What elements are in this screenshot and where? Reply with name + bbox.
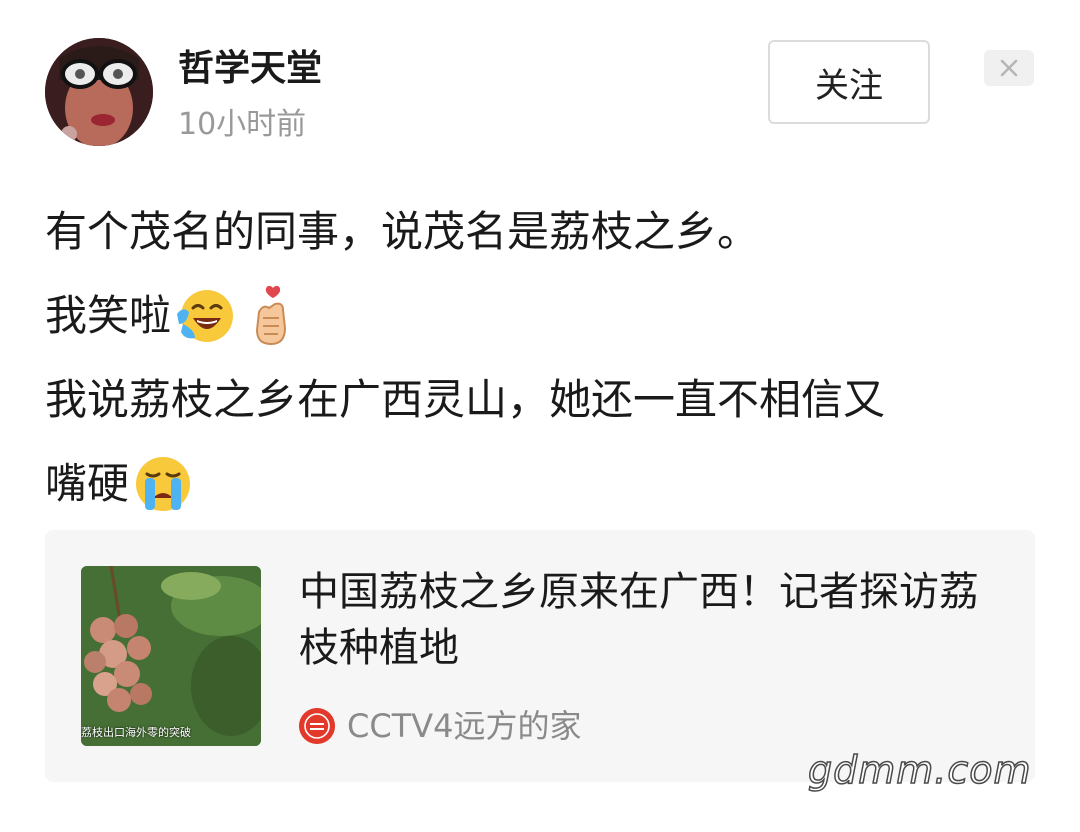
thumbnail-caption: 荔枝出口海外零的突破 xyxy=(81,726,191,739)
avatar-image xyxy=(45,38,153,146)
author-avatar[interactable] xyxy=(45,38,153,146)
article-source[interactable]: CCTV4远方的家 xyxy=(347,706,582,746)
site-watermark: gdmm.com xyxy=(807,747,1032,793)
post-text: 我说荔枝之乡在广西灵山，她还一直不相信又 xyxy=(45,375,886,424)
close-icon xyxy=(1000,59,1018,77)
close-button[interactable] xyxy=(984,50,1034,86)
post-body: 有个茂名的同事，说茂名是荔枝之乡。 我笑啦 我说荔枝之乡在广西灵山，她还一直不相… xyxy=(45,190,1035,526)
post-timestamp: 10小时前 xyxy=(178,107,307,142)
source-logo-icon xyxy=(299,708,335,744)
article-thumbnail: 荔枝出口海外零的突破 xyxy=(81,566,261,746)
post-line-4: 嘴硬 xyxy=(45,442,1035,526)
post-line-2: 我笑啦 xyxy=(45,274,1035,358)
author-name[interactable]: 哲学天堂 xyxy=(178,47,322,91)
post-line-3: 我说荔枝之乡在广西灵山，她还一直不相信又 xyxy=(45,358,1035,442)
loudly-crying-emoji-icon xyxy=(136,457,191,511)
follow-button[interactable]: 关注 xyxy=(768,40,930,124)
finger-heart-emoji-icon xyxy=(256,285,287,346)
post-line-1: 有个茂名的同事，说茂名是荔枝之乡。 xyxy=(45,190,1035,274)
post-text: 有个茂名的同事，说茂名是荔枝之乡。 xyxy=(45,207,760,256)
shared-article-card[interactable]: 荔枝出口海外零的突破 中国荔枝之乡原来在广西！记者探访荔枝种植地 CCTV4远方… xyxy=(45,530,1035,782)
source-logo-mark xyxy=(299,708,335,744)
laughing-crying-emoji-icon xyxy=(177,290,234,342)
lychee-image xyxy=(81,566,261,746)
post-text: 我笑啦 xyxy=(45,291,172,340)
article-title[interactable]: 中国荔枝之乡原来在广西！记者探访荔枝种植地 xyxy=(299,564,989,676)
post-text: 嘴硬 xyxy=(45,459,130,508)
